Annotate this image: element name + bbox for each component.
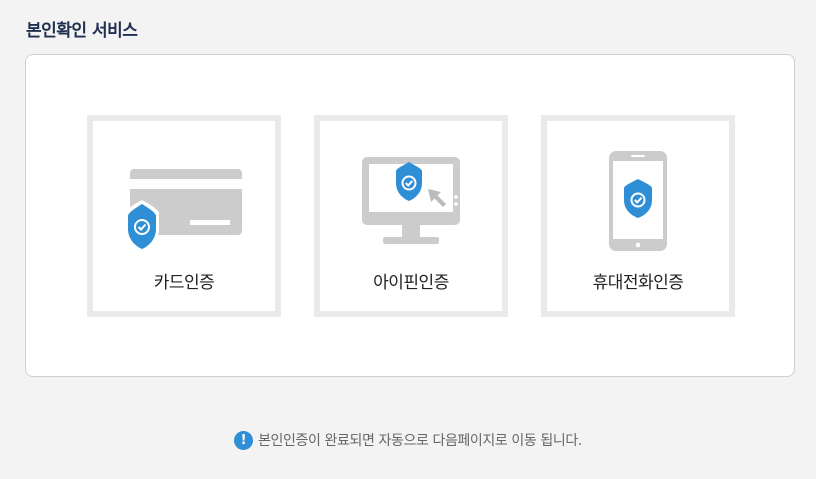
exclamation-icon: ! bbox=[234, 430, 254, 450]
card-auth-button[interactable]: 카드인증 bbox=[87, 115, 281, 317]
mobile-phone-shield-icon bbox=[609, 151, 667, 251]
auth-options-panel: 카드인증 아이핀인증 휴대전화인증 bbox=[25, 54, 795, 377]
card-auth-label: 카드인증 bbox=[153, 273, 215, 293]
notice-message: ! 본인인증이 완료되면 자동으로 다음페이지로 이동 됩니다. bbox=[0, 428, 816, 452]
phone-auth-button[interactable]: 휴대전화인증 bbox=[541, 115, 735, 317]
phone-auth-label: 휴대전화인증 bbox=[592, 273, 684, 293]
page-title: 본인확인 서비스 bbox=[26, 21, 138, 41]
monitor-shield-icon bbox=[362, 157, 460, 244]
ipin-auth-label: 아이핀인증 bbox=[373, 273, 449, 293]
credit-card-shield-icon bbox=[124, 169, 242, 253]
notice-text: 본인인증이 완료되면 자동으로 다음페이지로 이동 됩니다. bbox=[258, 433, 582, 449]
ipin-auth-button[interactable]: 아이핀인증 bbox=[314, 115, 508, 317]
